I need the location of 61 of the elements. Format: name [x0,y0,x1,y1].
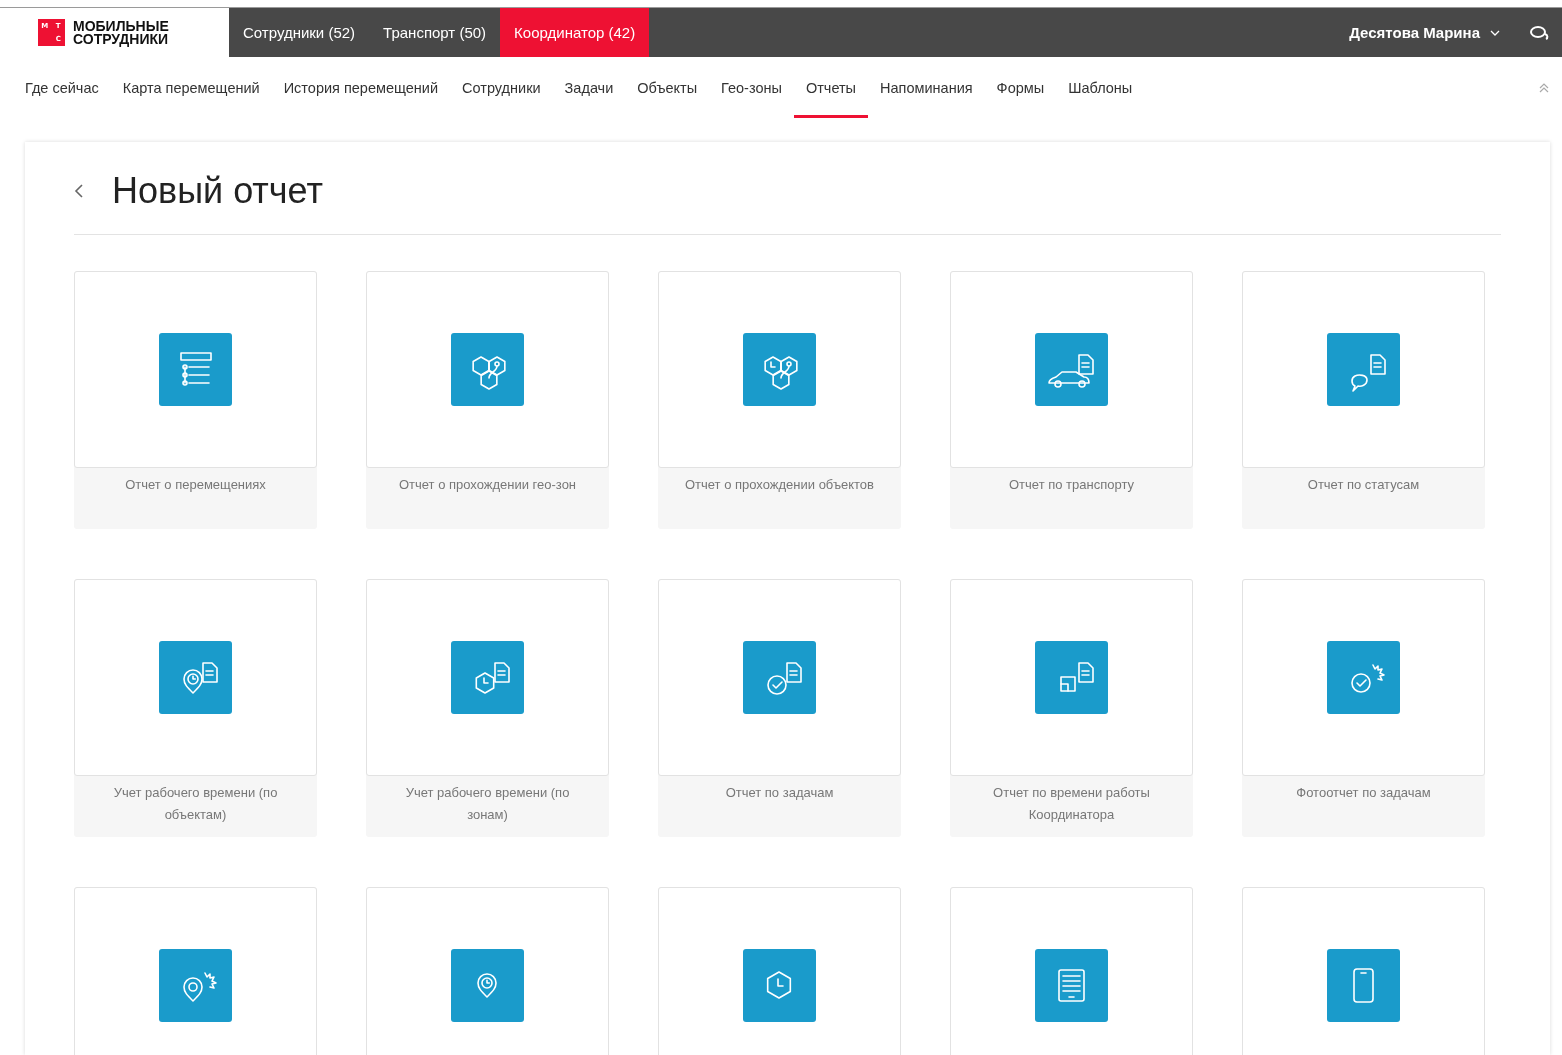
nav-tab[interactable]: Задачи [552,57,626,118]
phone-icon [1327,949,1400,1022]
nav-tab[interactable]: Сотрудники [450,57,553,118]
logo-text: МОБИЛЬНЫЕ СОТРУДНИКИ [73,19,170,46]
report-tile[interactable]: Отчет о перемещениях [74,271,317,529]
collapse-icon[interactable] [1538,81,1550,94]
copy-document-icon [1035,641,1108,714]
pin-burst-icon [159,949,232,1022]
report-tile[interactable]: Отчет о прохождении гео-зон [366,271,609,529]
nav-tab[interactable]: История перемещений [271,57,451,118]
report-tile[interactable]: Отчет по статусам [1242,271,1485,529]
check-document-icon [743,641,816,714]
user-menu-button[interactable]: Десятова Марина [1331,8,1518,57]
nav-tab[interactable]: Шаблоны [1056,57,1145,118]
hexagons-clock-icon [743,333,816,406]
nav-tab[interactable]: Формы [984,57,1057,118]
top-tab[interactable]: Сотрудники (52) [229,8,370,57]
hexagons-icon [451,333,524,406]
pin-clock-icon [451,949,524,1022]
route-list-icon [159,333,232,406]
top-tab[interactable]: Транспорт (50) [369,8,501,57]
nav-tab[interactable]: Объекты [625,57,710,118]
report-tile[interactable]: Отчет по времени работы Координатора [950,579,1193,837]
chat-document-icon [1327,333,1400,406]
report-tile[interactable]: Отчет по задачам [658,579,901,837]
nav-tab[interactable]: Гео-зоны [709,57,794,118]
report-tile[interactable]: Учет рабочего времени (по зонам) [366,579,609,837]
report-label: Учет рабочего времени (по объектам) [112,784,279,824]
report-label: Отчет по задачам [724,784,835,802]
hexagon-clock-icon [743,949,816,1022]
report-tile[interactable] [658,887,901,1055]
nav-tab[interactable]: Напоминания [868,57,985,118]
report-tile[interactable]: Отчет о прохождении объектов [658,271,901,529]
hexagon-clock-document-icon [451,641,524,714]
report-label: Учет рабочего времени (по зонам) [404,784,571,824]
report-tile[interactable] [366,887,609,1055]
report-tile[interactable] [74,887,317,1055]
report-label: Отчет по статусам [1306,476,1421,494]
pin-clock-document-icon [159,641,232,714]
report-label: Отчет о перемещениях [124,476,267,494]
tablet-icon [1035,949,1108,1022]
report-label: Отчет о прохождении объектов [683,476,875,494]
report-label: Отчет о прохождении гео-зон [397,476,578,494]
chevron-down-icon [1490,29,1500,36]
car-document-icon [1035,333,1108,406]
page-title: Новый отчет [112,170,323,212]
report-tile[interactable]: Отчет по транспорту [950,271,1193,529]
check-burst-icon [1327,641,1400,714]
report-label: Отчет по транспорту [1008,476,1135,494]
report-tile[interactable] [950,887,1193,1055]
back-icon[interactable] [74,183,84,199]
nav-tab[interactable]: Где сейчас [13,57,111,118]
report-label: Фотоотчет по задачам [1295,784,1432,802]
report-tile[interactable] [1242,887,1485,1055]
nav-tab[interactable]: Отчеты [793,57,869,118]
top-tab[interactable]: Координатор (42) [500,8,650,57]
report-tile[interactable]: Фотоотчет по задачам [1242,579,1485,837]
report-label: Отчет по времени работы Координатора [992,784,1151,824]
report-tile[interactable]: Учет рабочего времени (по объектам) [74,579,317,837]
nav-tab[interactable]: Карта перемещений [110,57,272,118]
chat-icon [1530,24,1550,41]
